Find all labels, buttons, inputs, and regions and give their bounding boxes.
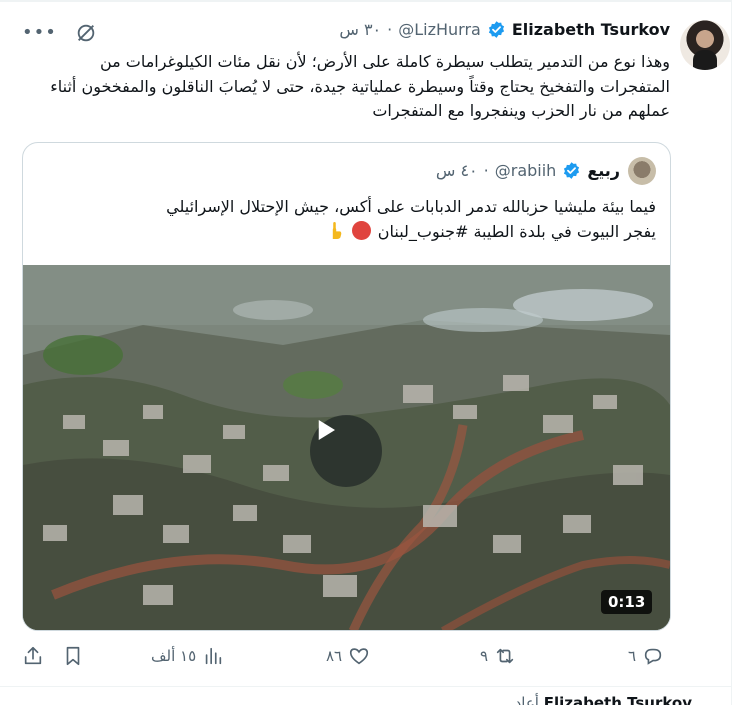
quote-display-name: ربيع — [587, 161, 620, 180]
avatar[interactable] — [680, 20, 730, 70]
quoted-tweet[interactable]: ربيع @rabiih · ٤٠ س فيما بيئة مليشيا حزب… — [22, 142, 671, 631]
like-count: ٨٦ — [326, 647, 343, 665]
next-prefix: أعاد — [514, 694, 539, 705]
reply-count: ٦ — [628, 647, 637, 665]
repost-button[interactable]: ٩ — [480, 645, 516, 667]
share-icon — [24, 646, 42, 665]
next-tweet-preview[interactable]: Elizabeth Tsurkov أعاد — [515, 694, 692, 705]
action-bar: ٦ ٩ ٨٦ ١٥ ألف — [0, 645, 732, 673]
verified-badge-icon — [488, 21, 504, 38]
separator-dot: · — [387, 20, 393, 39]
quote-timestamp: ٤٠ س — [435, 161, 478, 180]
tweet-divider — [0, 686, 732, 687]
header-icons: ••• — [22, 22, 97, 44]
next-display-name: Elizabeth Tsurkov — [543, 694, 692, 705]
quote-text-line-2-wrap: يفجر البيوت في بلدة الطيبة #جنوب_لبنان — [36, 220, 656, 245]
share-button[interactable] — [22, 645, 44, 667]
repost-count: ٩ — [480, 647, 489, 665]
grok-icon[interactable] — [75, 22, 97, 44]
timestamp[interactable]: ٣٠ س — [339, 20, 381, 39]
top-border — [0, 0, 732, 2]
quote-header: ربيع @rabiih · ٤٠ س — [436, 161, 620, 180]
like-button[interactable]: ٨٦ — [326, 645, 370, 667]
quote-handle: @rabiih — [494, 161, 557, 180]
play-button[interactable] — [310, 415, 382, 487]
tweet-header: Elizabeth Tsurkov @LizHurra · ٣٠ س — [339, 20, 670, 39]
display-name[interactable]: Elizabeth Tsurkov — [512, 20, 670, 39]
quote-text-line-2: يفجر البيوت في بلدة الطيبة #جنوب_لبنان — [377, 221, 656, 241]
quote-text-line-1: فيما بيئة مليشيا حزبالله تدمر الدبابات ع… — [166, 197, 656, 216]
pointing-down-icon — [332, 221, 341, 239]
views-icon — [205, 647, 222, 665]
bookmark-icon — [66, 646, 80, 666]
tweet-text: وهذا نوع من التدمير يتطلب سيطرة كاملة عل… — [50, 52, 670, 120]
play-icon — [318, 420, 335, 440]
handle[interactable]: @LizHurra — [398, 20, 481, 39]
like-icon — [350, 648, 369, 665]
views-count: ١٥ ألف — [151, 647, 197, 665]
separator-dot: · — [483, 161, 489, 180]
video-player[interactable]: 0:13 — [23, 265, 670, 630]
verified-badge-icon — [564, 162, 580, 179]
quote-text: فيما بيئة مليشيا حزبالله تدمر الدبابات ع… — [36, 195, 656, 244]
video-duration: 0:13 — [601, 590, 653, 614]
bookmark-button[interactable] — [62, 645, 84, 667]
views-button[interactable]: ١٥ ألف — [151, 645, 224, 667]
repost-icon — [496, 648, 514, 664]
reply-button[interactable]: ٦ — [628, 645, 664, 667]
angry-face-icon — [351, 220, 371, 240]
reply-icon — [644, 648, 662, 665]
quote-avatar — [628, 157, 656, 185]
more-icon[interactable]: ••• — [22, 23, 57, 43]
